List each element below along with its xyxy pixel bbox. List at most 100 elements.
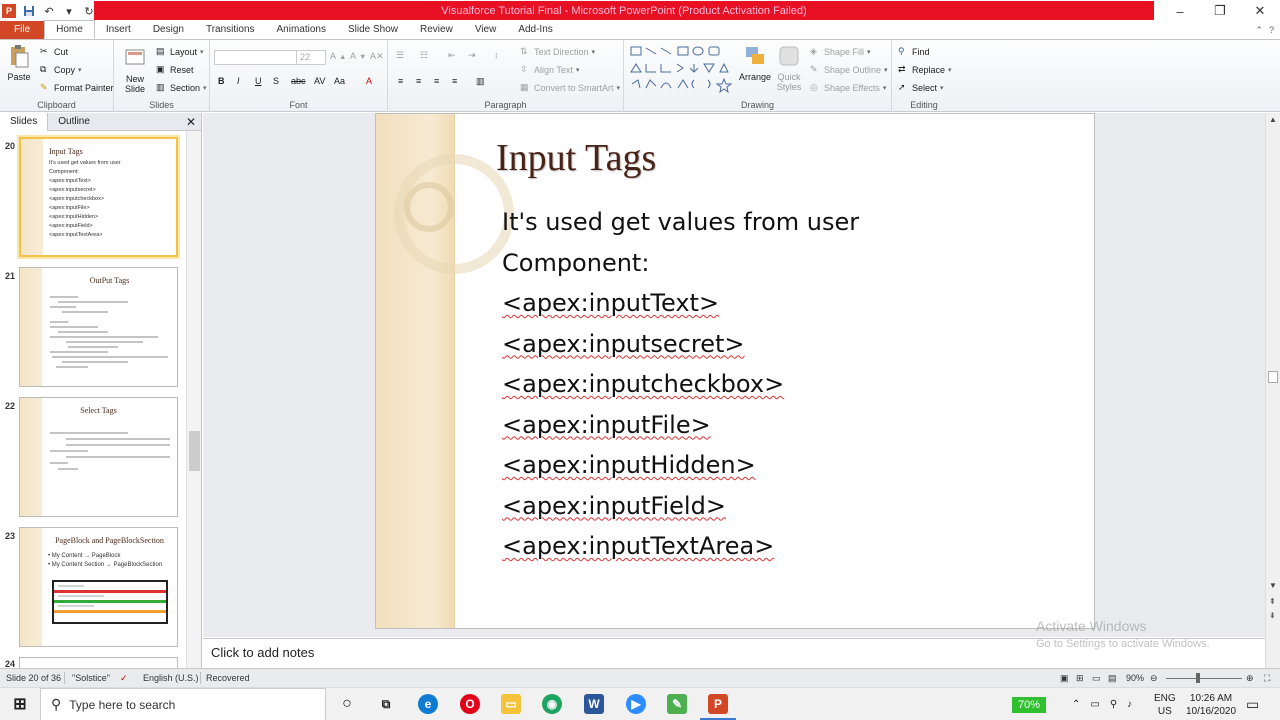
scroll-down-icon[interactable]: ▼ bbox=[1269, 581, 1277, 590]
undo-dropdown-icon[interactable]: ▾ bbox=[62, 4, 76, 18]
columns-icon[interactable]: ▥ bbox=[476, 76, 485, 87]
notifications-icon[interactable]: ▭ bbox=[1246, 688, 1259, 720]
zoom-slider[interactable] bbox=[1166, 678, 1242, 679]
shadow-icon[interactable]: S bbox=[273, 76, 279, 86]
editor-scrollbar[interactable]: ▲ ▼ ⇞ ⇟ bbox=[1265, 113, 1280, 668]
previous-slide-icon[interactable]: ⇞ bbox=[1269, 597, 1276, 606]
tab-view[interactable]: View bbox=[464, 21, 508, 39]
tab-transitions[interactable]: Transitions bbox=[195, 21, 266, 39]
change-case-icon[interactable]: Aa bbox=[334, 76, 345, 86]
chevron-up-icon[interactable]: ⌃ bbox=[1072, 699, 1080, 710]
powerpoint-logo-icon[interactable]: P bbox=[2, 4, 16, 18]
layout-button[interactable]: ▤ Layout ▾ bbox=[156, 46, 204, 57]
tab-add-ins[interactable]: Add-Ins bbox=[507, 21, 563, 39]
cut-button[interactable]: ✂ Cut bbox=[40, 46, 68, 57]
tab-file[interactable]: File bbox=[0, 21, 45, 39]
help-icon[interactable]: ? bbox=[1269, 25, 1274, 36]
paste-button[interactable]: Paste bbox=[4, 44, 34, 82]
tab-review[interactable]: Review bbox=[409, 21, 464, 39]
panel-scrollbar[interactable] bbox=[186, 131, 201, 668]
tab-insert[interactable]: Insert bbox=[95, 21, 142, 39]
align-right-icon[interactable]: ≡ bbox=[434, 76, 439, 86]
format-painter-button[interactable]: ✎ Format Painter bbox=[40, 82, 114, 93]
battery-indicator[interactable]: 70% bbox=[1012, 688, 1047, 720]
slide-thumbnail-23[interactable]: PageBlock and PageBlockSection • My Cont… bbox=[19, 527, 178, 647]
slide-thumbnail-22[interactable]: Select Tags bbox=[19, 397, 178, 517]
windows-start-icon[interactable]: ⊞ bbox=[10, 694, 30, 714]
tab-outline[interactable]: Outline bbox=[48, 113, 100, 131]
strikethrough-icon[interactable]: abc bbox=[291, 76, 306, 86]
minimize-button[interactable]: – bbox=[1160, 0, 1200, 22]
find-button[interactable]: ⚲ Find bbox=[898, 46, 930, 57]
line-spacing-icon[interactable]: ↕ bbox=[494, 50, 499, 60]
font-color-icon[interactable]: A bbox=[366, 76, 372, 86]
replace-button[interactable]: ⇄ Replace ▾ bbox=[898, 64, 952, 75]
powerpoint-taskbar-icon[interactable]: P bbox=[708, 694, 728, 714]
shapes-gallery-icon[interactable] bbox=[628, 44, 734, 96]
scroll-up-icon[interactable]: ▲ bbox=[1269, 115, 1277, 124]
italic-icon[interactable]: I bbox=[237, 76, 240, 86]
language-indicator[interactable]: English (U.S.) bbox=[143, 673, 199, 683]
grow-font-icon[interactable]: A ▲ bbox=[330, 51, 346, 61]
align-left-icon[interactable]: ≡ bbox=[398, 76, 403, 86]
shape-outline-button[interactable]: ✎ Shape Outline ▾ bbox=[810, 64, 888, 75]
slide-body[interactable]: It's used get values from user Component… bbox=[502, 202, 859, 567]
font-size-box[interactable]: 22 bbox=[296, 50, 326, 65]
slide-sorter-icon[interactable]: ⊞ bbox=[1076, 673, 1084, 684]
select-button[interactable]: ➚ Select ▾ bbox=[898, 82, 944, 93]
clock[interactable]: 10:26 AM 10/16/2020 bbox=[1186, 688, 1236, 720]
spacing-icon[interactable]: AV bbox=[314, 76, 325, 86]
reading-view-icon[interactable]: ▭ bbox=[1092, 673, 1101, 684]
decrease-indent-icon[interactable]: ⇤ bbox=[448, 50, 456, 61]
tab-animations[interactable]: Animations bbox=[266, 21, 337, 39]
tab-design[interactable]: Design bbox=[142, 21, 195, 39]
close-panel-icon[interactable]: ✕ bbox=[186, 115, 201, 129]
slideshow-icon[interactable]: ▤ bbox=[1108, 673, 1117, 684]
shrink-font-icon[interactable]: A ▼ bbox=[350, 51, 366, 61]
restore-button[interactable]: ❐ bbox=[1200, 0, 1240, 22]
zoom-app-icon[interactable]: ▶ bbox=[626, 694, 646, 714]
reset-button[interactable]: ▣ Reset bbox=[156, 64, 194, 75]
shape-fill-button[interactable]: ◈ Shape Fill ▾ bbox=[810, 46, 871, 57]
scroll-thumb[interactable] bbox=[1268, 371, 1278, 383]
zoom-out-icon[interactable]: ⊖ bbox=[1150, 673, 1158, 684]
underline-icon[interactable]: U bbox=[255, 76, 262, 86]
bullets-icon[interactable]: ☰ bbox=[396, 50, 404, 61]
zoom-level[interactable]: 90% bbox=[1126, 673, 1144, 683]
shape-effects-button[interactable]: ◎ Shape Effects ▾ bbox=[810, 82, 886, 93]
clear-format-icon[interactable]: A✕ bbox=[370, 51, 384, 62]
taskbar-search[interactable]: ⚲ Type here to search bbox=[40, 688, 326, 720]
copy-button[interactable]: ⧉ Copy ▾ bbox=[40, 64, 82, 75]
close-button[interactable]: ✕ bbox=[1240, 0, 1280, 22]
section-button[interactable]: ▥ Section ▾ bbox=[156, 82, 207, 93]
chrome-icon[interactable]: ◉ bbox=[542, 694, 562, 714]
increase-indent-icon[interactable]: ⇥ bbox=[468, 50, 476, 61]
normal-view-icon[interactable]: ▣ bbox=[1060, 673, 1069, 684]
convert-smartart-button[interactable]: ▦ Convert to SmartArt ▾ bbox=[520, 82, 620, 93]
opera-icon[interactable]: O bbox=[460, 694, 480, 714]
tab-slides[interactable]: Slides bbox=[0, 112, 49, 131]
tab-home[interactable]: Home bbox=[44, 20, 95, 39]
numbering-icon[interactable]: ☷ bbox=[420, 50, 428, 61]
task-view-icon[interactable]: ⧉ bbox=[376, 694, 396, 714]
arrange-button[interactable]: Arrange bbox=[738, 44, 772, 82]
network-icon[interactable]: ⚲ bbox=[1110, 699, 1117, 710]
save-icon[interactable] bbox=[22, 4, 36, 18]
zoom-slider-thumb[interactable] bbox=[1196, 673, 1200, 683]
bold-icon[interactable]: B bbox=[218, 76, 225, 86]
align-center-icon[interactable]: ≡ bbox=[416, 76, 421, 86]
slide-thumbnail-20[interactable]: Input Tags It's used get values from use… bbox=[19, 137, 178, 257]
word-icon[interactable]: W bbox=[584, 694, 604, 714]
text-direction-button[interactable]: ⇅ Text Direction ▾ bbox=[520, 46, 595, 57]
slide-canvas[interactable]: Input Tags It's used get values from use… bbox=[375, 113, 1095, 629]
minimize-ribbon-icon[interactable]: ⌃ bbox=[1255, 25, 1263, 36]
slide-title[interactable]: Input Tags bbox=[496, 136, 656, 180]
undo-icon[interactable]: ↶ bbox=[42, 4, 56, 18]
input-language[interactable]: ENG US bbox=[1154, 688, 1176, 720]
slide-thumbnail-24[interactable] bbox=[19, 657, 178, 668]
justify-icon[interactable]: ≡ bbox=[452, 76, 457, 86]
volume-icon[interactable]: ♪ bbox=[1127, 699, 1132, 710]
file-explorer-icon[interactable]: ▭ bbox=[501, 694, 521, 714]
slide-thumbnail-21[interactable]: OutPut Tags bbox=[19, 267, 178, 387]
next-slide-icon[interactable]: ⇟ bbox=[1269, 611, 1276, 620]
